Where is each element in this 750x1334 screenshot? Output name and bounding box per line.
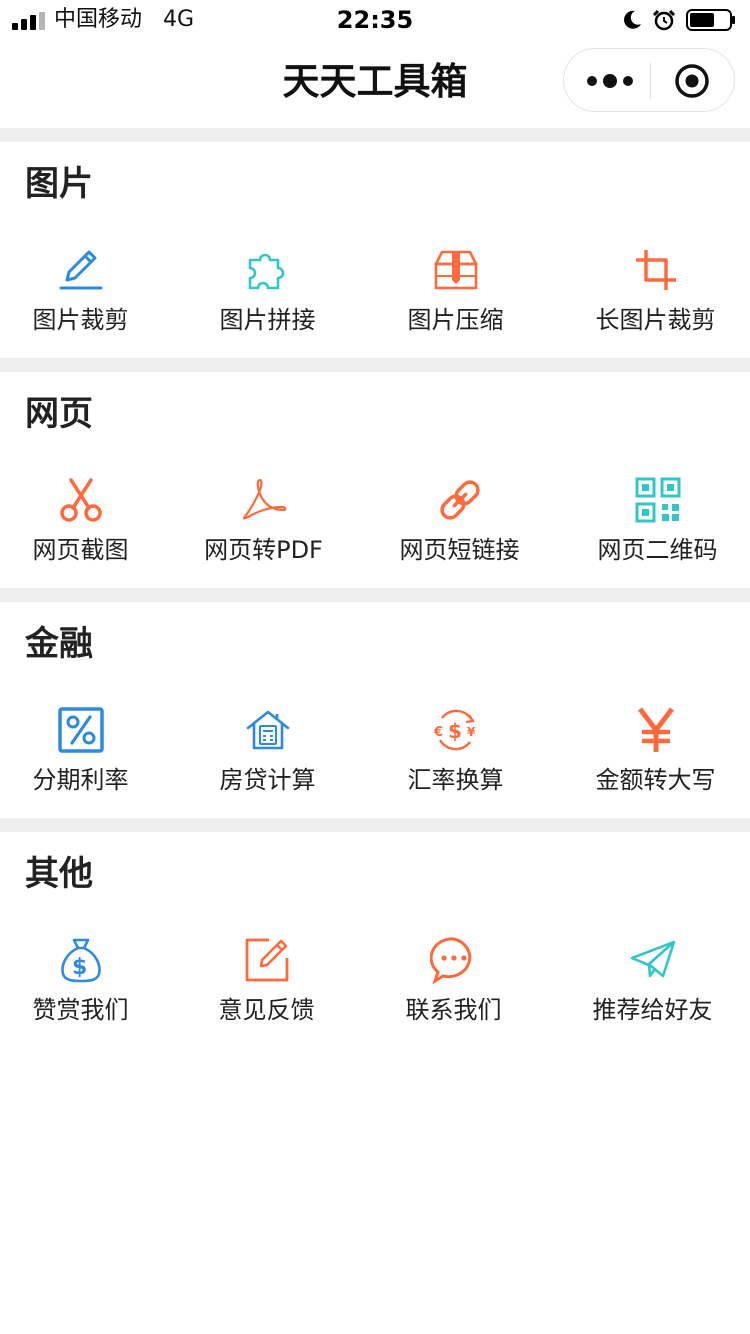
tool-label: 赞赏我们 [32, 996, 129, 1024]
tool-long-image-crop[interactable]: 长图片裁剪 [562, 238, 749, 348]
tool-grid: 图片裁剪 图片拼接 图片压缩 长图片裁剪 [0, 238, 750, 348]
section-finance: 金融 分期利率 房贷计算 € $ ¥ 汇率换算 金额转大写 [0, 602, 750, 818]
tool-label: 房贷计算 [219, 766, 316, 794]
tool-donate[interactable]: $ 赞赏我们 [0, 928, 174, 1038]
section-webpage: 网页 网页截图 网页转PDF 网页短链接 网页二维码 [0, 372, 750, 588]
moon-icon [624, 10, 641, 29]
tool-webpage-screenshot[interactable]: 网页截图 [0, 468, 174, 578]
pdf-icon [242, 478, 286, 520]
tool-webpage-short-link[interactable]: 网页短链接 [366, 468, 553, 578]
yen-icon [637, 707, 674, 752]
tool-label: 图片裁剪 [32, 306, 129, 334]
section-other: 其他 $ 赞赏我们 意见反馈 联系我们 推荐给好友 [0, 832, 750, 1048]
tool-label: 意见反馈 [218, 996, 315, 1024]
section-divider [0, 128, 750, 142]
crop-icon [635, 250, 676, 290]
nav-bar: 天天工具箱 [0, 40, 750, 128]
tool-exchange-rate[interactable]: € $ ¥ 汇率换算 [362, 698, 549, 808]
house-calculator-icon [246, 710, 289, 750]
tool-contact-us[interactable]: 联系我们 [360, 928, 547, 1038]
battery-icon [686, 9, 735, 31]
close-program-button[interactable] [674, 63, 710, 99]
tool-webpage-qrcode[interactable]: 网页二维码 [564, 468, 750, 578]
tool-label: 分期利率 [32, 766, 129, 794]
tool-label: 推荐给好友 [592, 996, 713, 1024]
section-divider [0, 358, 750, 372]
tool-label: 网页短链接 [399, 536, 520, 564]
tool-webpage-to-pdf[interactable]: 网页转PDF [170, 468, 357, 578]
section-divider [0, 588, 750, 602]
tool-label: 网页二维码 [597, 536, 718, 564]
money-bag-icon: $ [60, 938, 101, 983]
tool-installment-rate[interactable]: 分期利率 [0, 698, 174, 808]
section-image: 图片 图片裁剪 图片拼接 图片压缩 长图片裁剪 [0, 142, 750, 358]
tool-feedback[interactable]: 意见反馈 [173, 928, 360, 1038]
archive-box-icon [434, 250, 477, 290]
tool-label: 图片拼接 [219, 306, 316, 334]
section-title: 金融 [25, 624, 93, 664]
svg-text:¥: ¥ [467, 725, 476, 739]
tool-recommend-friend[interactable]: 推荐给好友 [559, 928, 746, 1038]
tool-label: 图片压缩 [407, 306, 504, 334]
puzzle-icon [248, 253, 284, 290]
more-menu-button[interactable] [584, 69, 636, 93]
svg-text:€: € [433, 725, 443, 740]
capsule-divider [650, 63, 651, 99]
percent-icon [57, 707, 104, 753]
tool-mortgage-calc[interactable]: 房贷计算 [174, 698, 361, 808]
tool-grid: 分期利率 房贷计算 € $ ¥ 汇率换算 金额转大写 [0, 698, 750, 808]
section-title: 图片 [25, 164, 93, 204]
section-divider [0, 818, 750, 832]
tool-label: 联系我们 [405, 996, 502, 1024]
svg-text:$: $ [448, 719, 462, 743]
tool-label: 汇率换算 [407, 766, 504, 794]
section-title: 网页 [25, 394, 93, 434]
qrcode-icon [635, 477, 680, 523]
tool-label: 长图片裁剪 [595, 306, 716, 334]
paper-plane-icon [630, 940, 675, 978]
tool-grid: $ 赞赏我们 意见反馈 联系我们 推荐给好友 [0, 928, 750, 1038]
edit-note-icon [245, 938, 288, 982]
tool-label: 网页转PDF [204, 536, 323, 564]
tool-label: 网页截图 [32, 536, 129, 564]
tool-label: 金额转大写 [595, 766, 716, 794]
alarm-icon [652, 9, 676, 31]
svg-text:$: $ [72, 955, 87, 980]
section-title: 其他 [25, 854, 93, 894]
link-icon [439, 480, 480, 520]
scissors-icon [59, 478, 102, 522]
tool-amount-uppercase[interactable]: 金额转大写 [562, 698, 749, 808]
tool-image-crop[interactable]: 图片裁剪 [0, 238, 174, 348]
currency-exchange-icon: € $ ¥ [433, 709, 476, 751]
chat-bubble-icon [429, 937, 471, 984]
tool-grid: 网页截图 网页转PDF 网页短链接 网页二维码 [0, 468, 750, 578]
tool-image-stitch[interactable]: 图片拼接 [174, 238, 361, 348]
mini-program-capsule [563, 48, 735, 112]
status-bar: 中国移动 4G 22:35 [0, 0, 750, 40]
tool-image-compress[interactable]: 图片压缩 [362, 238, 549, 348]
pencil-icon [59, 250, 102, 290]
